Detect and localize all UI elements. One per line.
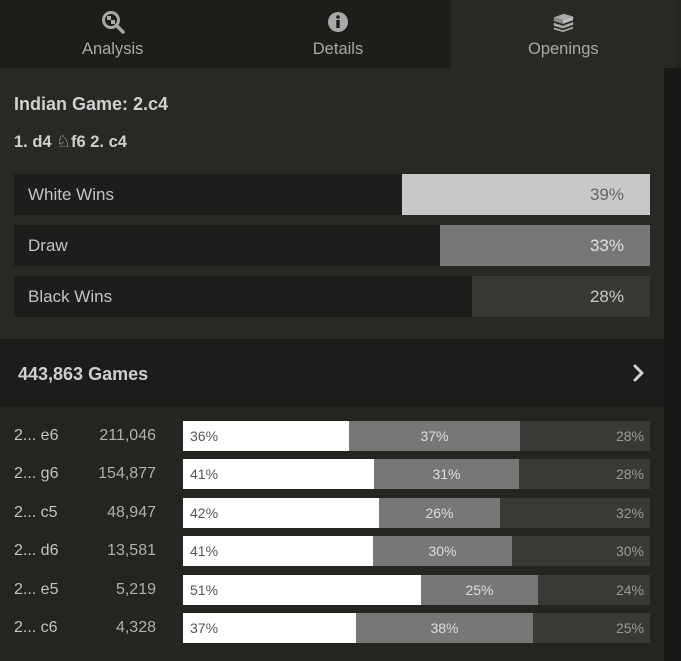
tab-details-label: Details — [312, 40, 364, 58]
move-game-count: 48,947 — [107, 504, 156, 521]
move-san: 2... c5 — [14, 504, 58, 521]
opening-name: Indian Game: 2.c4 — [14, 94, 169, 114]
games-count: 443,863 Games — [18, 364, 149, 384]
white-segment: 36% — [183, 421, 349, 451]
white-wins-label: White Wins — [28, 185, 114, 204]
draw-label: Draw — [28, 236, 68, 255]
draw-segment: 37% — [349, 421, 520, 451]
analysis-magnifier-icon — [101, 10, 125, 34]
list-item[interactable]: 2... c6 4,328 37% 38% 25% — [0, 613, 664, 643]
draw-percent: 33% — [589, 236, 624, 255]
black-wins-bar: Black Wins 28% — [14, 276, 650, 317]
list-item[interactable]: 2... g6 154,877 41% 31% 28% — [0, 459, 664, 489]
black-segment: 30% — [512, 536, 650, 566]
move-list: 2... e6 211,046 36% 37% 28% 2... g6 154,… — [0, 407, 664, 661]
move-game-count: 13,581 — [107, 542, 156, 559]
opening-moves: 1. d4 ♘f6 2. c4 — [14, 133, 127, 151]
black-segment: 32% — [500, 498, 650, 528]
move-san: 2... e5 — [14, 581, 59, 598]
white-segment: 41% — [183, 536, 373, 566]
move-san: 2... e6 — [14, 427, 59, 444]
move-san: 2... g6 — [14, 465, 59, 482]
move-san: 2... d6 — [14, 542, 59, 559]
black-wins-label: Black Wins — [28, 287, 113, 306]
draw-segment: 31% — [374, 459, 519, 489]
draw-bar: Draw 33% — [14, 225, 650, 266]
move-san: 2... c6 — [14, 619, 58, 636]
move-result-bar: 36% 37% 28% — [183, 421, 650, 451]
move-result-bar: 51% 25% 24% — [183, 575, 650, 605]
tab-analysis[interactable]: Analysis — [0, 0, 225, 68]
black-segment: 24% — [538, 575, 650, 605]
tab-details[interactable]: Details — [225, 0, 450, 68]
list-item[interactable]: 2... e5 5,219 51% 25% 24% — [0, 575, 664, 605]
black-segment: 25% — [533, 613, 650, 643]
opening-summary: Indian Game: 2.c4 1. d4 ♘f6 2. c4 White … — [0, 68, 664, 339]
list-item[interactable]: 2... c5 48,947 42% 26% 32% — [0, 498, 664, 528]
white-wins-percent: 39% — [589, 185, 624, 204]
tab-bar: Analysis Details Openings — [0, 0, 676, 68]
move-game-count: 154,877 — [98, 465, 156, 482]
white-segment: 51% — [183, 575, 421, 605]
draw-segment: 26% — [379, 498, 500, 528]
move-game-count: 5,219 — [115, 581, 156, 598]
move-result-bar: 37% 38% 25% — [183, 613, 650, 643]
list-item[interactable]: 2... d6 13,581 41% 30% 30% — [0, 536, 664, 566]
list-item[interactable]: 2... e6 211,046 36% 37% 28% — [0, 421, 664, 451]
move-game-count: 211,046 — [99, 427, 156, 444]
draw-segment: 25% — [421, 575, 538, 605]
tab-openings-label: Openings — [528, 40, 599, 58]
move-result-bar: 41% 31% 28% — [183, 459, 650, 489]
info-icon — [326, 10, 350, 34]
chevron-right-icon[interactable] — [632, 363, 646, 383]
scrollbar-gutter[interactable] — [664, 68, 681, 661]
draw-segment: 30% — [373, 536, 512, 566]
tab-openings[interactable]: Openings — [450, 0, 676, 68]
move-result-bar: 42% 26% 32% — [183, 498, 650, 528]
move-result-bar: 41% 30% 30% — [183, 536, 650, 566]
tab-analysis-label: Analysis — [81, 40, 144, 58]
white-segment: 37% — [183, 613, 356, 643]
black-segment: 28% — [519, 459, 650, 489]
white-segment: 41% — [183, 459, 374, 489]
white-segment: 42% — [183, 498, 379, 528]
move-game-count: 4,328 — [115, 619, 156, 636]
black-segment: 28% — [520, 421, 650, 451]
white-wins-bar: White Wins 39% — [14, 174, 650, 215]
games-header[interactable]: 443,863 Games — [0, 339, 664, 407]
black-wins-percent: 28% — [589, 287, 624, 306]
book-icon — [551, 10, 575, 34]
draw-segment: 38% — [356, 613, 533, 643]
